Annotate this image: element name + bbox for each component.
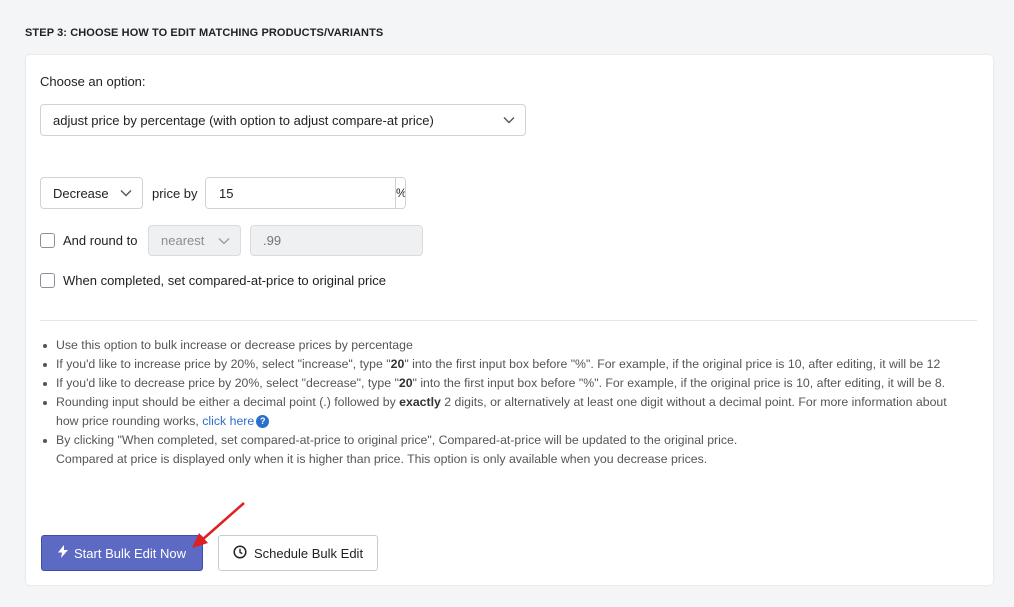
round-mode-select[interactable]: nearest	[148, 225, 241, 256]
note-text: If you'd like to increase price by 20%, …	[56, 357, 391, 371]
schedule-bulk-edit-button[interactable]: Schedule Bulk Edit	[218, 535, 378, 571]
note-bold: 20	[390, 357, 405, 371]
note-text: " into the first input box before "%". F…	[412, 376, 946, 390]
divider	[40, 320, 977, 321]
percent-input[interactable]	[206, 178, 395, 208]
round-checkbox[interactable]	[40, 233, 55, 248]
option-select[interactable]: adjust price by percentage (with option …	[40, 104, 526, 136]
round-label: And round to	[63, 233, 138, 248]
percent-input-group: %	[205, 177, 406, 209]
price-by-label: price by	[152, 186, 198, 201]
lightning-icon	[58, 545, 68, 561]
option-select-value: adjust price by percentage (with option …	[53, 112, 434, 128]
note-item: By clicking "When completed, set compare…	[41, 431, 961, 469]
note-text: Compared at price is displayed only when…	[56, 452, 708, 466]
chevron-down-icon	[218, 237, 230, 245]
start-bulk-edit-label: Start Bulk Edit Now	[74, 545, 186, 561]
question-circle-icon[interactable]: ?	[256, 415, 270, 428]
note-text: Rounding input should be either a decima…	[56, 395, 400, 409]
note-text: Use this option to bulk increase or decr…	[56, 338, 413, 352]
edit-options-card: Choose an option: adjust price by percen…	[26, 55, 993, 585]
direction-select[interactable]: Decrease	[40, 177, 143, 209]
help-notes: Use this option to bulk increase or decr…	[41, 336, 961, 469]
percent-suffix: %	[395, 178, 405, 208]
compare-at-checkbox[interactable]	[40, 273, 55, 288]
note-text: " into the first input box before "%". F…	[404, 357, 941, 371]
note-bold: 20	[398, 376, 413, 390]
start-bulk-edit-button[interactable]: Start Bulk Edit Now	[41, 535, 203, 571]
clock-icon	[233, 544, 247, 562]
rounding-help-link[interactable]: click here	[202, 414, 254, 428]
direction-select-value: Decrease	[53, 185, 109, 201]
note-text: By clicking "When completed, set compare…	[56, 433, 738, 447]
note-item: If you'd like to increase price by 20%, …	[41, 355, 961, 374]
round-mode-value: nearest	[161, 233, 205, 248]
note-text: If you'd like to decrease price by 20%, …	[56, 376, 399, 390]
note-item: Use this option to bulk increase or decr…	[41, 336, 961, 355]
note-item: If you'd like to decrease price by 20%, …	[41, 374, 961, 393]
compare-at-label: When completed, set compared-at-price to…	[63, 273, 386, 288]
note-item: Rounding input should be either a decima…	[41, 393, 961, 431]
step-title: STEP 3: CHOOSE HOW TO EDIT MATCHING PROD…	[25, 27, 384, 39]
chevron-down-icon	[120, 189, 132, 197]
round-value-input[interactable]	[250, 225, 423, 256]
note-bold: exactly	[399, 395, 441, 409]
chevron-down-icon	[503, 116, 515, 124]
schedule-bulk-edit-label: Schedule Bulk Edit	[253, 545, 364, 561]
choose-option-label: Choose an option:	[40, 74, 146, 89]
